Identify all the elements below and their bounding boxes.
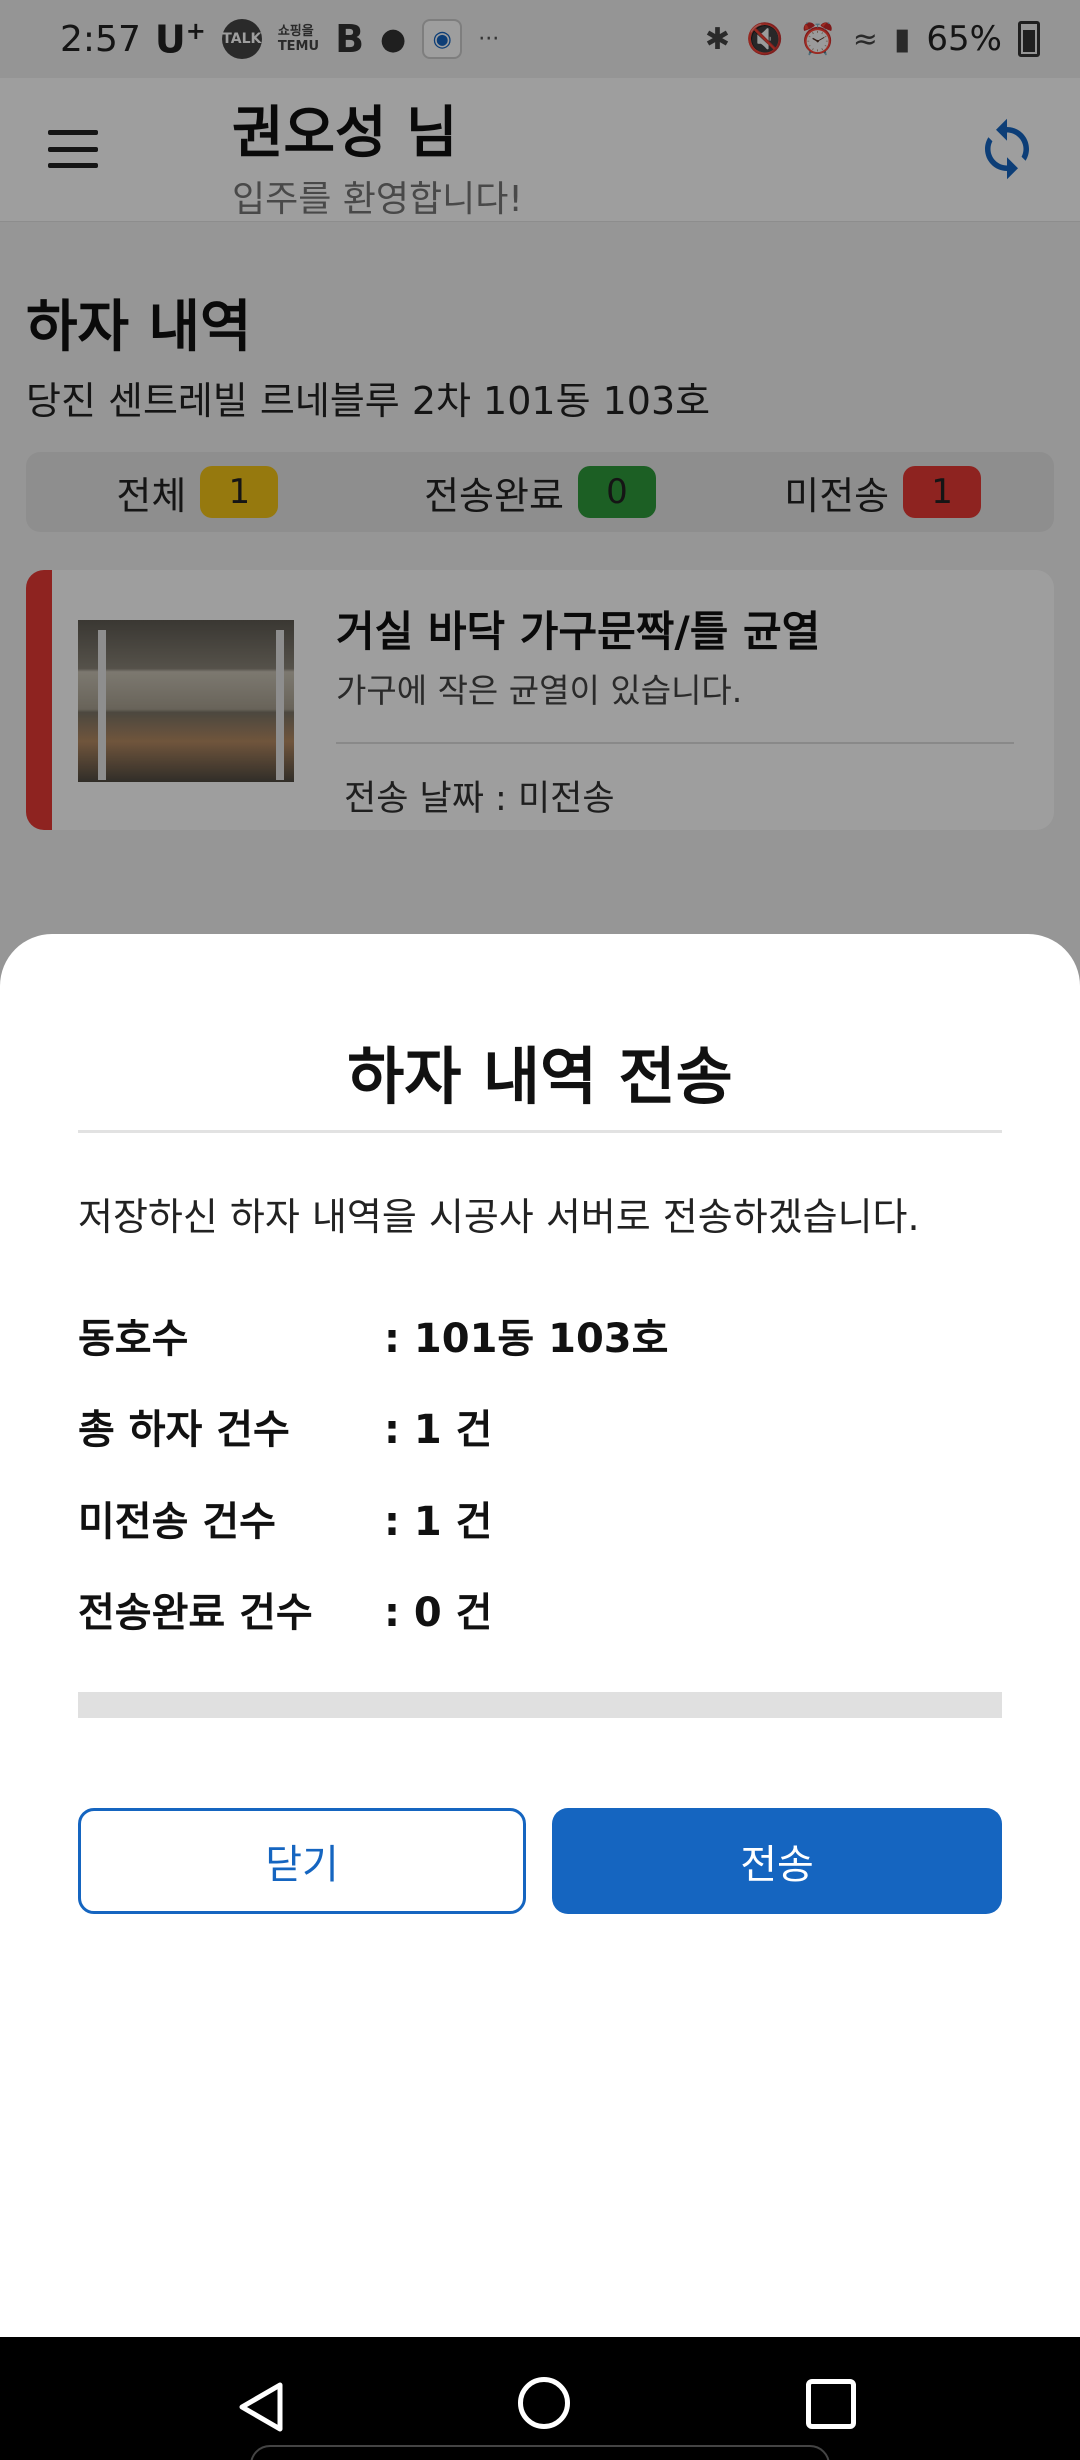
home-icon[interactable]	[518, 2377, 570, 2429]
gesture-handle	[250, 2445, 830, 2460]
info-row-total: 총 하자 건수 : 1 건	[78, 1397, 492, 1455]
info-value: : 1 건	[384, 1407, 493, 1453]
info-row-sent: 전송완료 건수 : 0 건	[78, 1580, 492, 1638]
info-row-unit: 동호수 : 101동 103호	[78, 1306, 668, 1364]
info-value: : 0 건	[384, 1590, 493, 1636]
info-label: 동호수	[78, 1316, 189, 1362]
info-label: 총 하자 건수	[78, 1407, 290, 1453]
back-icon[interactable]	[232, 2377, 292, 2437]
dialog-title: 하자 내역 전송	[347, 1040, 733, 1113]
recent-apps-icon[interactable]	[806, 2379, 856, 2429]
system-nav-bar	[0, 2337, 1080, 2460]
info-label: 미전송 건수	[78, 1499, 276, 1545]
info-label: 전송완료 건수	[78, 1590, 313, 1636]
info-row-unsent: 미전송 건수 : 1 건	[78, 1489, 492, 1547]
send-progress-bar	[78, 1692, 1002, 1718]
send-button[interactable]: 전송	[552, 1808, 1002, 1914]
info-value: : 101동 103호	[384, 1316, 669, 1362]
send-dialog: 하자 내역 전송 저장하신 하자 내역을 시공사 서버로 전송하겠습니다. 동호…	[0, 934, 1080, 2337]
dialog-message: 저장하신 하자 내역을 시공사 서버로 전송하겠습니다.	[78, 1195, 920, 1239]
dialog-divider	[78, 1130, 1002, 1133]
close-button[interactable]: 닫기	[78, 1808, 526, 1914]
info-value: : 1 건	[384, 1499, 493, 1545]
